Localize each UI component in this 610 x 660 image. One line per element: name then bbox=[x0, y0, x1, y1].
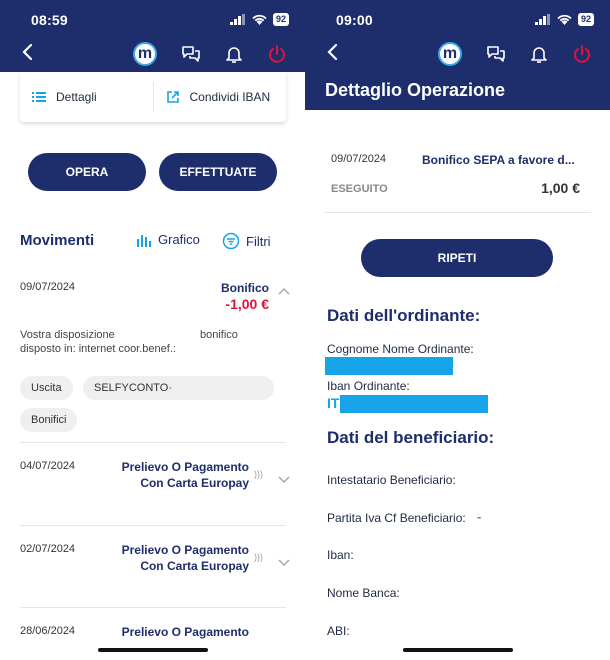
row-date: 04/07/2024 bbox=[20, 460, 76, 472]
row-title-line1: Prelievo O Pagamento bbox=[121, 543, 249, 557]
row-separator bbox=[20, 607, 286, 608]
ordering-name-label: Cognome Nome Ordinante: bbox=[327, 342, 474, 356]
row-date: 02/07/2024 bbox=[20, 543, 76, 555]
ordering-iban-prefix: IT bbox=[327, 395, 340, 411]
home-indicator[interactable] bbox=[98, 648, 208, 652]
nfc-icon: ))) bbox=[254, 469, 263, 479]
redacted-name bbox=[325, 357, 453, 375]
filter-button[interactable]: Filtri bbox=[222, 232, 271, 250]
tag-uscita[interactable]: Uscita bbox=[20, 376, 73, 400]
row-separator bbox=[20, 442, 286, 443]
beneficiary-vat-value: - bbox=[477, 509, 482, 524]
list-icon bbox=[32, 92, 46, 102]
chevron-down-icon[interactable] bbox=[277, 558, 291, 568]
row-description-3: disposto in: internet coor.benef.: bbox=[20, 343, 176, 355]
abi-label: ABI: bbox=[327, 624, 350, 638]
share-iban-button[interactable]: Condividi IBAN bbox=[154, 72, 287, 122]
repeat-button[interactable]: RIPETI bbox=[361, 239, 553, 277]
row-separator bbox=[20, 525, 286, 526]
iban-label: Iban: bbox=[327, 548, 354, 562]
chevron-down-icon[interactable] bbox=[277, 475, 291, 485]
bell-icon[interactable] bbox=[530, 44, 548, 64]
row-title[interactable]: Prelievo O Pagamento bbox=[122, 624, 249, 640]
nfc-icon: ))) bbox=[254, 552, 263, 562]
beneficiary-vat-label: Partita Iva Cf Beneficiario: bbox=[327, 511, 466, 525]
row-amount: -1,00 € bbox=[225, 296, 269, 312]
signal-icon bbox=[534, 13, 550, 25]
chart-button[interactable]: Grafico bbox=[136, 232, 200, 247]
row-title[interactable]: Prelievo O Pagamento Con Carta Europay bbox=[122, 542, 249, 574]
opera-button[interactable]: OPERA bbox=[28, 153, 146, 191]
tag-bonifici[interactable]: Bonifici bbox=[20, 408, 78, 432]
nav-icons: m bbox=[438, 42, 592, 66]
effettuate-button[interactable]: EFFETTUATE bbox=[159, 153, 277, 191]
status-icons: 92 bbox=[229, 12, 289, 26]
tag-account[interactable]: SELFYCONTO· bbox=[83, 376, 274, 400]
right-screen: 09:00 92 m Dettaglio Operazione 09/07/20… bbox=[305, 0, 610, 660]
chat-icon[interactable] bbox=[181, 45, 201, 63]
movements-title: Movimenti bbox=[20, 232, 95, 249]
redacted-iban bbox=[340, 395, 488, 413]
row-date: 09/07/2024 bbox=[20, 281, 76, 293]
account-actions-card: Dettagli Condividi IBAN bbox=[20, 72, 286, 122]
operation-date: 09/07/2024 bbox=[331, 153, 387, 165]
left-screen: 08:59 92 m Dettagli Condividi IBAN OPERA… bbox=[0, 0, 305, 660]
m-logo-icon[interactable]: m bbox=[438, 42, 462, 66]
row-title-line2: Con Carta Europay bbox=[140, 476, 249, 490]
nav-icons: m bbox=[133, 42, 287, 66]
battery-icon: 92 bbox=[577, 12, 594, 26]
power-icon[interactable] bbox=[572, 44, 592, 64]
row-title-line2: Con Carta Europay bbox=[140, 559, 249, 573]
bank-name-label: Nome Banca: bbox=[327, 586, 400, 600]
beneficiary-section-title: Dati del beneficiario: bbox=[327, 428, 495, 447]
wifi-icon bbox=[252, 14, 267, 25]
separator bbox=[325, 212, 591, 213]
row-description-2: bonifico bbox=[200, 329, 238, 341]
operation-amount: 1,00 € bbox=[541, 180, 580, 196]
share-iban-label: Condividi IBAN bbox=[189, 90, 271, 104]
beneficiary-holder-label: Intestatario Beneficiario: bbox=[327, 473, 456, 487]
share-icon bbox=[166, 91, 179, 103]
page-title: Dettaglio Operazione bbox=[325, 80, 506, 100]
chat-icon[interactable] bbox=[486, 45, 506, 63]
bell-icon[interactable] bbox=[225, 44, 243, 64]
filter-icon bbox=[222, 232, 240, 250]
details-label: Dettagli bbox=[56, 90, 97, 104]
row-title[interactable]: Bonifico bbox=[221, 280, 269, 296]
operation-label: Bonifico SEPA a favore d... bbox=[422, 153, 575, 167]
row-description-1: Vostra disposizione bbox=[20, 329, 115, 341]
operation-state: ESEGUITO bbox=[331, 183, 388, 195]
top-bar: 09:00 92 m bbox=[305, 0, 610, 72]
ordering-iban-label: Iban Ordinante: bbox=[327, 379, 410, 393]
m-logo-icon[interactable]: m bbox=[133, 42, 157, 66]
back-arrow-icon[interactable] bbox=[323, 40, 343, 64]
ordering-section-title: Dati dell'ordinante: bbox=[327, 306, 481, 325]
row-date: 28/06/2024 bbox=[20, 625, 76, 637]
back-arrow-icon[interactable] bbox=[18, 40, 38, 64]
status-icons: 92 bbox=[534, 12, 594, 26]
filter-label: Filtri bbox=[246, 233, 271, 249]
chart-label: Grafico bbox=[158, 232, 200, 247]
battery-icon: 92 bbox=[272, 12, 289, 26]
status-time: 08:59 bbox=[31, 12, 68, 28]
bar-chart-icon bbox=[137, 234, 151, 247]
signal-icon bbox=[229, 13, 245, 25]
top-bar: 08:59 92 m bbox=[0, 0, 305, 72]
status-time: 09:00 bbox=[336, 12, 373, 28]
row-title[interactable]: Prelievo O Pagamento Con Carta Europay bbox=[122, 459, 249, 491]
home-indicator[interactable] bbox=[403, 648, 513, 652]
wifi-icon bbox=[557, 14, 572, 25]
row-title-line1: Prelievo O Pagamento bbox=[121, 460, 249, 474]
power-icon[interactable] bbox=[267, 44, 287, 64]
details-button[interactable]: Dettagli bbox=[20, 72, 153, 122]
chevron-up-icon[interactable] bbox=[277, 286, 291, 296]
